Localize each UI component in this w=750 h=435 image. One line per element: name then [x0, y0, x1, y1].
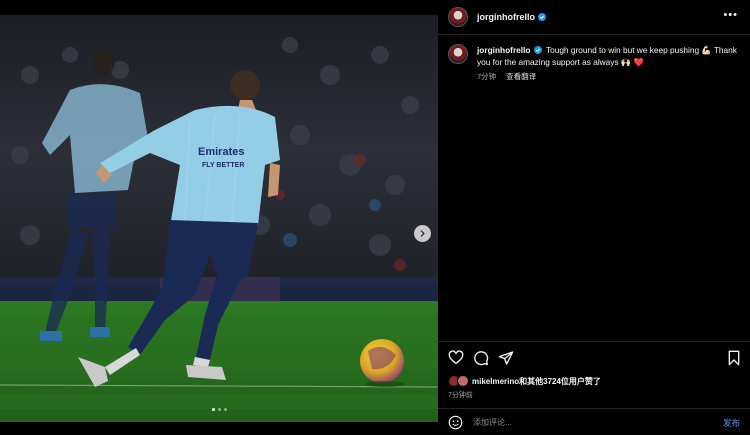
image-indicator — [0, 408, 438, 411]
comment-bar: 发布 — [438, 410, 750, 435]
avatar[interactable] — [448, 44, 468, 64]
post-comment-button[interactable]: 发布 — [723, 417, 740, 429]
liker-avatars — [448, 375, 470, 387]
avatar[interactable] — [448, 7, 468, 27]
caption-username[interactable]: jorginhofrello — [477, 45, 530, 55]
svg-text:Emirates: Emirates — [198, 146, 244, 158]
caption-body: jorginhofrello Tough ground to win but w… — [477, 44, 739, 83]
indicator-dot — [217, 408, 221, 411]
username[interactable]: jorginhofrello — [477, 12, 535, 22]
svg-text:FLY BETTER: FLY BETTER — [202, 162, 244, 169]
next-image-button[interactable] — [414, 225, 431, 242]
comment-icon[interactable] — [473, 350, 489, 366]
next-arrow-icon — [420, 230, 425, 237]
share-icon[interactable] — [498, 350, 514, 366]
likes-count[interactable]: 和其他3724位用户赞了 — [519, 376, 601, 387]
more-icon[interactable]: ••• — [723, 9, 738, 21]
divider — [438, 341, 750, 342]
liker-username[interactable]: mikelmerino — [472, 377, 519, 386]
caption-meta: 7分钟 查看翻译 — [477, 71, 739, 83]
translate-link[interactable]: 查看翻译 — [506, 72, 536, 81]
heart-icon[interactable] — [448, 350, 464, 366]
indicator-dot — [223, 408, 227, 411]
verified-icon — [533, 46, 542, 54]
emoji-icon[interactable] — [448, 415, 463, 430]
divider — [438, 408, 750, 409]
photo-illustration: Emirates FLY BETTER — [0, 15, 438, 422]
action-bar — [448, 350, 742, 366]
divider — [438, 34, 750, 35]
caption: jorginhofrello Tough ground to win but w… — [448, 44, 743, 83]
post-sidebar: jorginhofrello ••• jorginhofrello Tough … — [438, 0, 750, 435]
indicator-dot — [211, 408, 215, 411]
comment-input[interactable] — [473, 418, 703, 427]
bookmark-icon[interactable] — [726, 350, 742, 366]
verified-icon — [538, 13, 546, 21]
likes-summary: mikelmerino 和其他3724位用户赞了 — [448, 375, 601, 387]
post-photo[interactable]: Emirates FLY BETTER — [0, 15, 438, 422]
post-time: 7分钟 — [477, 72, 497, 81]
avatar — [457, 375, 469, 387]
post-header: jorginhofrello ••• — [438, 0, 750, 34]
post-media: Emirates FLY BETTER — [0, 0, 438, 435]
post-time-ago: 7分钟前 — [448, 392, 473, 399]
